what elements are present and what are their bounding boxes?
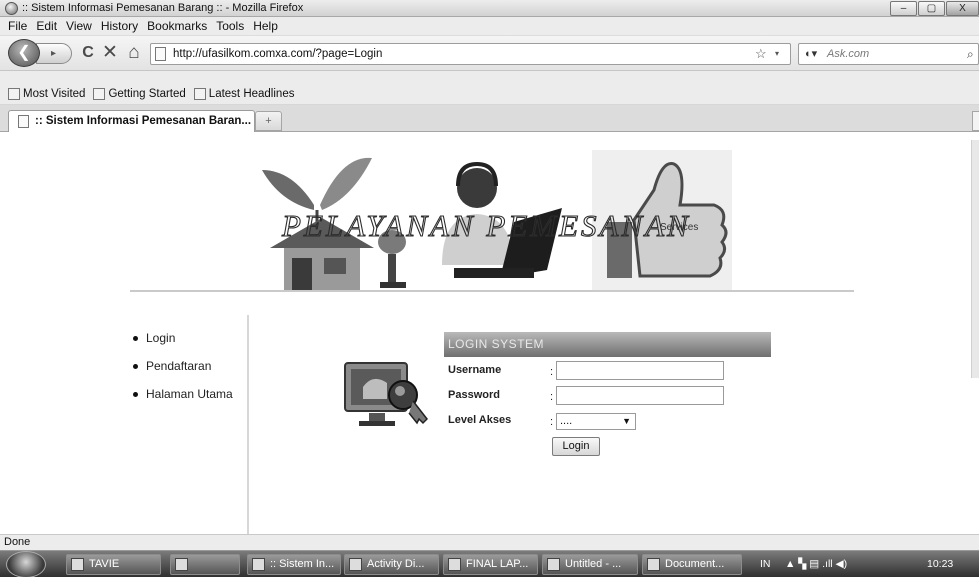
url-text: http://ufasilkom.comxa.com/?page=Login <box>173 48 383 60</box>
sidebar-divider <box>247 315 249 535</box>
start-button[interactable] <box>6 551 46 577</box>
page-content: Services PELAYANAN PEMESANAN Login Penda… <box>0 132 979 535</box>
taskbar-item-final-lap[interactable]: FINAL LAP... <box>443 554 538 575</box>
language-indicator[interactable]: IN <box>760 554 771 575</box>
nav-link-login[interactable]: Login <box>120 324 233 352</box>
banner-divider <box>130 290 854 292</box>
back-button[interactable]: ❮ <box>8 39 40 67</box>
bookmark-getting-started[interactable]: Getting Started <box>93 84 186 104</box>
login-button[interactable]: Login <box>552 437 600 456</box>
bookmark-star-icon[interactable]: ☆ <box>755 44 767 64</box>
url-dropdown-icon[interactable]: ▾ <box>775 44 779 64</box>
taskbar-item-document[interactable]: Document... <box>642 554 742 575</box>
nav-link-pendaftaran[interactable]: Pendaftaran <box>120 352 233 380</box>
taskbar-item-tavie[interactable]: TAVIE <box>66 554 161 575</box>
bookmark-most-visited[interactable]: Most Visited <box>8 84 85 104</box>
tab-label: :: Sistem Informasi Pemesanan Baran... <box>35 115 252 127</box>
nav-link-halaman-utama[interactable]: Halaman Utama <box>120 380 233 408</box>
taskbar-label: FINAL LAP... <box>466 558 529 570</box>
level-akses-select[interactable]: .... ▼ <box>556 413 636 430</box>
tab-scroll-edge <box>972 111 979 131</box>
taskbar-item-firefox[interactable]: :: Sistem In... <box>247 554 341 575</box>
chevron-down-icon: ▼ <box>622 416 631 426</box>
rss-icon <box>193 88 206 100</box>
taskbar-label: Document... <box>665 558 725 570</box>
media-player-icon <box>175 558 188 571</box>
tab-bar: :: Sistem Informasi Pemesanan Baran... + <box>0 105 979 132</box>
username-input[interactable] <box>556 361 724 380</box>
page-icon <box>93 88 106 100</box>
clock[interactable]: 10:23 <box>927 554 953 575</box>
close-button[interactable]: X <box>946 1 979 16</box>
password-label: Password <box>448 389 500 401</box>
window-title: :: Sistem Informasi Pemesanan Barang :: … <box>22 1 304 14</box>
menu-help[interactable]: Help <box>253 17 278 35</box>
page-icon <box>18 115 29 128</box>
tray-icons[interactable]: ▲ ▚ ▤ .ıll ◀) <box>785 554 847 575</box>
side-nav: Login Pendaftaran Halaman Utama <box>120 324 233 408</box>
password-input[interactable] <box>556 386 724 405</box>
search-bar[interactable]: ◐▾ Ask.com ⌕ <box>798 43 979 65</box>
navigation-toolbar: ▸ ❮ C http://ufasilkom.comxa.com/?page=L… <box>0 36 979 71</box>
menu-edit[interactable]: Edit <box>36 17 57 35</box>
home-icon[interactable]: ⌂ <box>124 43 144 63</box>
taskbar-label: TAVIE <box>89 558 120 570</box>
status-bar: Done <box>0 534 979 550</box>
menu-tools[interactable]: Tools <box>216 17 244 35</box>
menu-bookmarks[interactable]: Bookmarks <box>147 17 207 35</box>
window-title-bar: :: Sistem Informasi Pemesanan Barang :: … <box>0 0 979 17</box>
reload-icon[interactable]: C <box>78 43 98 63</box>
password-colon: : <box>550 391 554 403</box>
taskbar: TAVIE :: Sistem In... Activity Di... FIN… <box>0 550 979 577</box>
rss-icon <box>8 88 20 100</box>
stop-icon[interactable]: ✕ <box>100 43 120 63</box>
level-akses-value: .... <box>560 415 573 427</box>
paint-icon <box>547 558 560 571</box>
username-colon: : <box>550 366 554 378</box>
page-icon <box>155 47 166 61</box>
app-icon <box>349 558 362 571</box>
menu-file[interactable]: File <box>8 17 27 35</box>
taskbar-label: :: Sistem In... <box>270 558 335 570</box>
search-icon[interactable]: ⌕ <box>967 44 974 64</box>
bookmarks-toolbar: Most Visited Getting Started Latest Head… <box>0 84 979 105</box>
tab-active[interactable]: :: Sistem Informasi Pemesanan Baran... <box>8 110 255 132</box>
maximize-button[interactable]: ▢ <box>918 1 945 16</box>
taskbar-label: Activity Di... <box>367 558 425 570</box>
firefox-icon <box>5 1 18 15</box>
taskbar-label: Untitled - ... <box>565 558 622 570</box>
bookmark-label: Latest Headlines <box>208 87 295 100</box>
word-icon <box>647 558 660 571</box>
firefox-icon <box>252 558 265 571</box>
username-label: Username <box>448 364 502 376</box>
banner-image: Services PELAYANAN PEMESANAN <box>262 150 732 290</box>
bookmark-label: Most Visited <box>23 87 86 100</box>
taskbar-item-untitled[interactable]: Untitled - ... <box>542 554 638 575</box>
menu-view[interactable]: View <box>66 17 92 35</box>
toolbar-gap <box>0 71 979 84</box>
search-input[interactable]: Ask.com <box>827 44 869 64</box>
taskbar-item-media[interactable] <box>170 554 240 575</box>
vertical-scrollbar[interactable] <box>971 140 979 378</box>
bookmark-label: Getting Started <box>108 87 186 100</box>
level-akses-label: Level Akses <box>448 414 512 426</box>
menu-bar: File Edit View History Bookmarks Tools H… <box>0 17 979 36</box>
app-icon <box>71 558 84 571</box>
level-akses-colon: : <box>550 416 554 428</box>
forward-button[interactable]: ▸ <box>36 43 72 64</box>
taskbar-item-activity[interactable]: Activity Di... <box>344 554 439 575</box>
computer-lock-icon <box>344 362 428 426</box>
new-tab-button[interactable]: + <box>255 111 282 131</box>
menu-history[interactable]: History <box>101 17 138 35</box>
minimize-button[interactable]: – <box>890 1 917 16</box>
folder-icon <box>448 558 461 571</box>
search-engine-icon[interactable]: ◐▾ <box>805 44 817 64</box>
address-bar[interactable]: http://ufasilkom.comxa.com/?page=Login ☆… <box>150 43 791 65</box>
banner-title: PELAYANAN PEMESANAN <box>281 208 691 243</box>
login-heading: LOGIN SYSTEM <box>444 332 771 357</box>
bookmark-latest-headlines[interactable]: Latest Headlines <box>193 84 295 104</box>
